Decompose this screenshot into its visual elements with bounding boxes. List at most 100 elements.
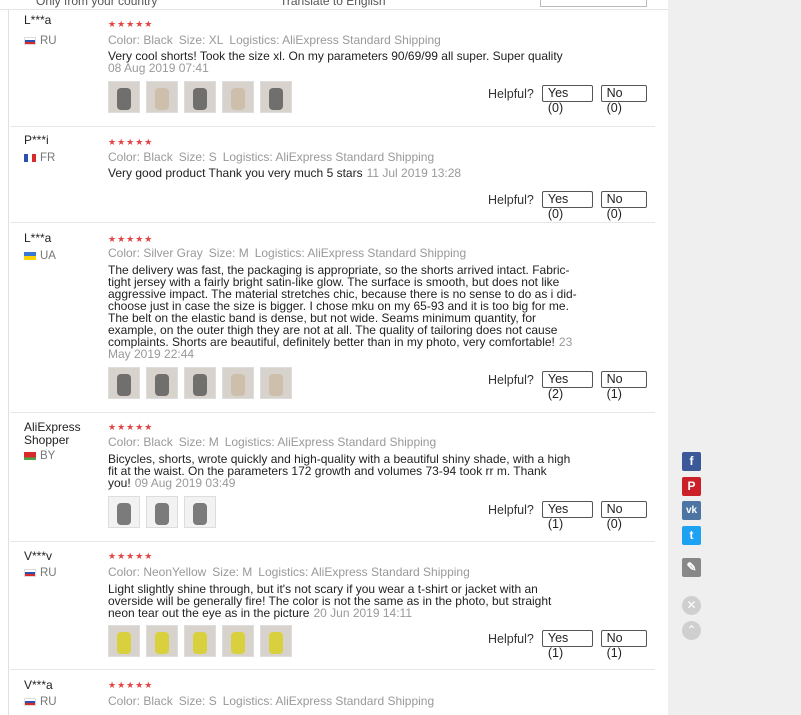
color-attr: Color: Silver Gray <box>108 246 203 260</box>
review-photo[interactable] <box>222 367 254 399</box>
flag-icon <box>24 569 36 577</box>
language-select[interactable] <box>540 0 647 7</box>
helpful-label: Helpful? <box>488 372 534 387</box>
edit-icon[interactable]: ✎ <box>682 558 701 577</box>
close-icon[interactable]: ✕ <box>682 596 701 615</box>
review-photo[interactable] <box>108 496 140 528</box>
review-text-block: Light slightly shine through, but it's n… <box>108 583 578 619</box>
review-photo[interactable] <box>146 496 178 528</box>
filter-bar: Only from your country Translate to Engl… <box>0 0 668 10</box>
review-photos <box>108 81 292 113</box>
helpful-controls: Helpful? Yes (2) No (1) <box>488 371 655 401</box>
twitter-icon[interactable]: t <box>682 526 701 545</box>
size-attr: Size: M <box>208 246 249 260</box>
reviewer-name: L***a <box>24 231 52 245</box>
helpful-no-button[interactable]: No (1) <box>600 630 647 660</box>
review-photo[interactable] <box>108 81 140 113</box>
color-attr: Color: Black <box>108 435 173 449</box>
rating-stars: ★★★★★ <box>108 137 154 147</box>
helpful-yes-button[interactable]: Yes (0) <box>541 85 593 115</box>
review-text: Very good product Thank you very much 5 … <box>108 166 363 180</box>
review-item: L***a UA ★★★★★ Color: Silver Gray Size: M… <box>10 222 655 413</box>
logistics-attr: Logistics: AliExpress Standard Shipping <box>222 150 435 164</box>
helpful-controls: Helpful? Yes (1) No (1) <box>488 630 655 660</box>
country-code: FR <box>40 152 56 164</box>
review-photo[interactable] <box>260 625 292 657</box>
review-photo[interactable] <box>184 81 216 113</box>
logistics-attr: Logistics: AliExpress Standard Shipping <box>224 435 437 449</box>
review-photo[interactable] <box>260 81 292 113</box>
reviewer-name: L***a <box>24 13 52 27</box>
helpful-yes-button[interactable]: Yes (1) <box>541 630 593 660</box>
review-text-block: The delivery was fast, the packaging is … <box>108 264 586 360</box>
vk-icon[interactable]: vk <box>682 501 701 520</box>
helpful-no-button[interactable]: No (1) <box>600 371 647 401</box>
review-photos <box>108 496 216 528</box>
review-photo[interactable] <box>146 367 178 399</box>
review-attributes: Color: Black Size: S Logistics: AliExpress… <box>108 694 440 708</box>
review-photo[interactable] <box>146 625 178 657</box>
pinterest-icon[interactable]: P <box>682 477 701 496</box>
review-photo[interactable] <box>222 625 254 657</box>
helpful-no-button[interactable]: No (0) <box>600 85 647 115</box>
facebook-icon[interactable]: f <box>682 452 701 471</box>
review-photo[interactable] <box>184 625 216 657</box>
country-code: RU <box>40 567 57 579</box>
helpful-no-button[interactable]: No (0) <box>600 191 647 221</box>
review-date: 09 Aug 2019 03:49 <box>134 476 236 490</box>
reviewer-country: RU <box>24 696 57 708</box>
color-attr: Color: Black <box>108 150 173 164</box>
review-item: L***a RU ★★★★★ Color: Black Size: XL Logis… <box>10 14 655 127</box>
size-attr: Size: M <box>178 435 219 449</box>
divider <box>8 10 9 715</box>
scroll-up-icon[interactable]: ⌃ <box>682 621 701 640</box>
review-attributes: Color: Black Size: S Logistics: AliExpress… <box>108 150 440 164</box>
flag-icon <box>24 252 36 260</box>
review-text-block: Very cool shorts! Took the size xl. On m… <box>108 50 588 74</box>
reviewer-country: FR <box>24 152 55 164</box>
rating-stars: ★★★★★ <box>108 680 154 690</box>
review-date: 08 Aug 2019 07:41 <box>108 61 209 75</box>
size-attr: Size: S <box>178 150 217 164</box>
rating-stars: ★★★★★ <box>108 234 154 244</box>
helpful-label: Helpful? <box>488 502 534 517</box>
logistics-attr: Logistics: AliExpress Standard Shipping <box>258 565 470 579</box>
country-code: BY <box>40 450 56 462</box>
review-date: 20 Jun 2019 14:11 <box>313 606 412 620</box>
review-photo[interactable] <box>108 367 140 399</box>
review-attributes: Color: Black Size: M Logistics: AliExpress… <box>108 435 442 449</box>
review-item: P***i FR ★★★★★ Color: Black Size: S Logist… <box>10 126 655 223</box>
helpful-label: Helpful? <box>488 631 534 646</box>
helpful-no-button[interactable]: No (0) <box>600 501 647 531</box>
rating-stars: ★★★★★ <box>108 422 154 432</box>
review-item: V***a RU ★★★★★ Color: Black Size: S Logist… <box>10 669 655 715</box>
reviewer-country: UA <box>24 250 56 262</box>
review-photo[interactable] <box>184 496 216 528</box>
review-attributes: Color: Silver Gray Size: M Logistics: AliE… <box>108 246 472 260</box>
country-code: RU <box>40 35 57 47</box>
color-attr: Color: Black <box>108 33 173 47</box>
only-country-label[interactable]: Only from your country <box>36 0 157 8</box>
review-text-block: Bicycles, shorts, wrote quickly and high… <box>108 453 573 489</box>
flag-icon <box>24 37 36 45</box>
helpful-yes-button[interactable]: Yes (2) <box>541 371 593 401</box>
review-photo[interactable] <box>108 625 140 657</box>
review-text: The delivery was fast, the packaging is … <box>108 263 577 349</box>
flag-icon <box>24 698 36 706</box>
review-photo[interactable] <box>260 367 292 399</box>
review-item: AliExpress Shopper BY ★★★★★ Color: Black… <box>10 412 655 542</box>
logistics-attr: Logistics: AliExpress Standard Shipping <box>254 246 467 260</box>
size-attr: Size: M <box>212 565 253 579</box>
review-item: V***v RU ★★★★★ Color: NeonYellow Size: M L… <box>10 541 655 670</box>
reviewer-country: RU <box>24 567 57 579</box>
review-photo[interactable] <box>222 81 254 113</box>
translate-label[interactable]: Translate to English <box>280 0 386 8</box>
reviewer-country: RU <box>24 35 57 47</box>
helpful-yes-button[interactable]: Yes (1) <box>541 501 593 531</box>
review-attributes: Color: Black Size: XL Logistics: AliExpres… <box>108 33 447 47</box>
helpful-label: Helpful? <box>488 192 534 207</box>
review-photo[interactable] <box>146 81 178 113</box>
helpful-yes-button[interactable]: Yes (0) <box>541 191 593 221</box>
logistics-attr: Logistics: AliExpress Standard Shipping <box>229 33 441 47</box>
review-photo[interactable] <box>184 367 216 399</box>
